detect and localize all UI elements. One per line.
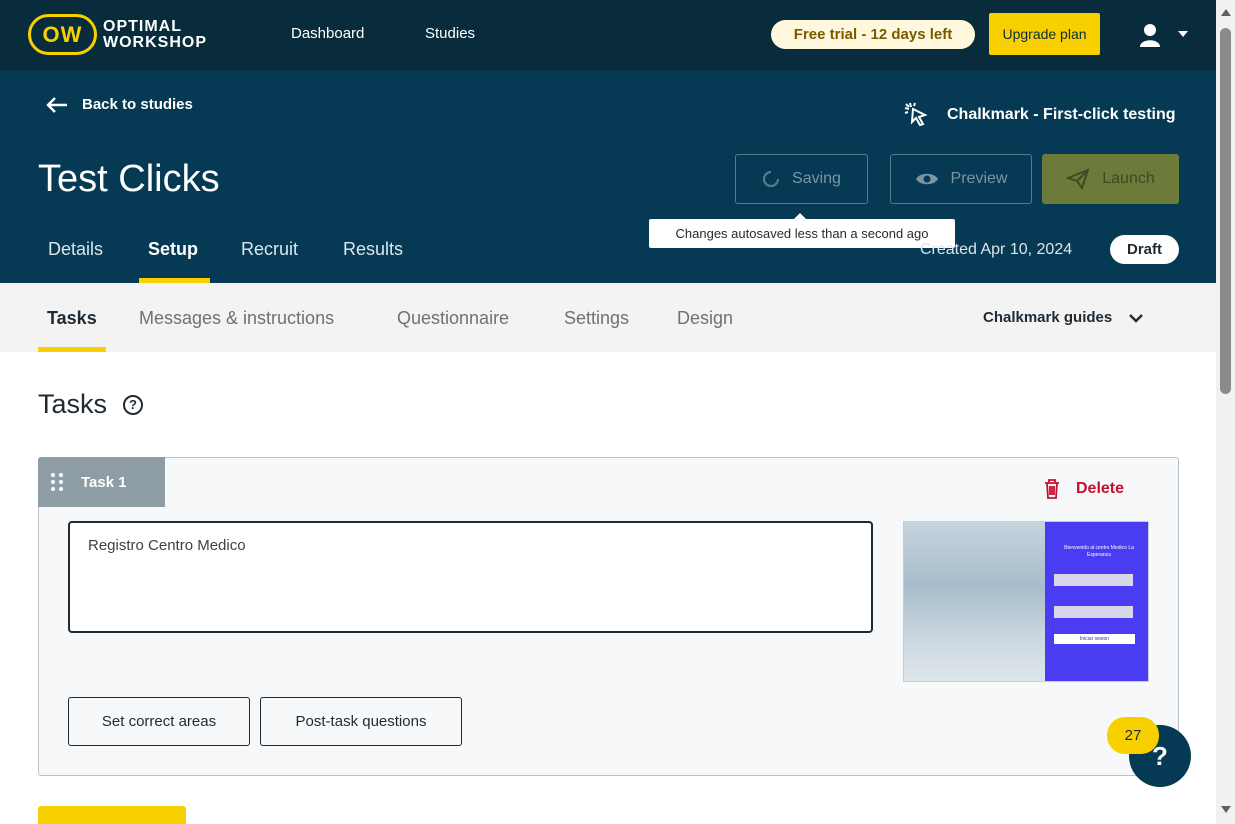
nav-link-dashboard[interactable]: Dashboard: [291, 25, 364, 42]
subtab-settings[interactable]: Settings: [564, 308, 629, 329]
chevron-down-icon: [1129, 313, 1144, 323]
eye-icon: [915, 173, 938, 185]
delete-task-button[interactable]: Delete: [1044, 479, 1124, 499]
chevron-down-icon[interactable]: [1178, 31, 1188, 37]
tab-results[interactable]: Results: [343, 239, 403, 260]
logo-text: OPTIMAL WORKSHOP: [103, 17, 207, 51]
scroll-up-arrow[interactable]: [1221, 9, 1231, 16]
logo-line-2: WORKSHOP: [103, 33, 207, 51]
notification-count-badge[interactable]: 27: [1107, 717, 1159, 754]
chalkmark-guides-label: Chalkmark guides: [983, 309, 1113, 326]
image-title: Bienvenido al centro Medico La Esperanza: [1064, 545, 1134, 558]
image-field: [1054, 606, 1133, 618]
saving-label: Saving: [792, 170, 841, 187]
status-badge: Draft: [1110, 235, 1179, 264]
back-to-studies-link[interactable]: Back to studies: [46, 96, 193, 113]
task-label: Task 1: [81, 473, 127, 491]
hospital-photo: [904, 522, 1045, 681]
logo-mark: OW: [28, 14, 97, 55]
login-panel-preview: Bienvenido al centro Medico La Esperanza…: [1045, 522, 1148, 681]
study-type: Chalkmark - First-click testing: [903, 101, 1176, 129]
cursor-click-icon: [904, 102, 928, 127]
tab-recruit[interactable]: Recruit: [241, 239, 298, 260]
tab-details[interactable]: Details: [48, 239, 103, 260]
created-date: Created Apr 10, 2024: [920, 241, 1073, 258]
study-header: Back to studies Chalkmark - First-click …: [0, 70, 1216, 283]
scroll-thumb[interactable]: [1220, 28, 1231, 394]
launch-button[interactable]: Launch: [1042, 154, 1179, 204]
subtab-questionnaire[interactable]: Questionnaire: [397, 308, 509, 329]
optimal-workshop-logo[interactable]: OW OPTIMAL WORKSHOP: [28, 14, 207, 55]
upgrade-plan-button[interactable]: Upgrade plan: [989, 13, 1100, 55]
spinner-icon: [762, 170, 780, 188]
nav-link-studies[interactable]: Studies: [425, 25, 475, 42]
preview-button[interactable]: Preview: [890, 154, 1032, 204]
add-task-button[interactable]: [38, 806, 186, 824]
preview-label: Preview: [950, 170, 1008, 187]
top-navigation: OW OPTIMAL WORKSHOP Dashboard Studies Fr…: [0, 0, 1216, 70]
subtab-design[interactable]: Design: [677, 308, 733, 329]
subtab-tasks[interactable]: Tasks: [47, 308, 97, 329]
page-scrollbar[interactable]: [1216, 0, 1235, 824]
scroll-down-arrow[interactable]: [1221, 806, 1231, 813]
user-icon[interactable]: [1139, 23, 1161, 47]
launch-label: Launch: [1102, 170, 1155, 187]
send-icon: [1066, 168, 1090, 190]
tab-setup[interactable]: Setup: [148, 239, 198, 260]
autosave-tooltip: Changes autosaved less than a second ago: [649, 213, 955, 248]
saving-button: Saving: [735, 154, 868, 204]
study-type-label: Chalkmark - First-click testing: [947, 106, 1176, 123]
free-trial-badge[interactable]: Free trial - 12 days left: [771, 20, 975, 49]
setup-subtabs: Tasks Messages & instructions Questionna…: [0, 283, 1216, 352]
tasks-heading: Tasks ?: [38, 389, 144, 420]
task-header-tab[interactable]: Task 1: [38, 457, 165, 507]
delete-label: Delete: [1076, 480, 1125, 497]
arrow-left-icon: [46, 96, 67, 113]
image-button: Iniciar sesion: [1054, 634, 1135, 644]
post-task-questions-button[interactable]: Post-task questions: [260, 697, 462, 746]
help-circle-icon[interactable]: ?: [123, 394, 144, 415]
image-field: [1054, 574, 1133, 586]
subtab-messages-instructions[interactable]: Messages & instructions: [139, 308, 334, 329]
task-image-thumbnail[interactable]: Bienvenido al centro Medico La Esperanza…: [903, 521, 1149, 682]
drag-handle-icon[interactable]: [51, 473, 63, 491]
task-card: Task 1 Delete Registro Centro Medico Bie…: [38, 457, 1179, 776]
trash-icon: [1045, 479, 1059, 499]
study-title[interactable]: Test Clicks: [38, 158, 220, 201]
tasks-heading-label: Tasks: [38, 389, 108, 419]
back-to-studies-label: Back to studies: [82, 96, 193, 113]
active-subtab-indicator: [38, 347, 106, 352]
chalkmark-guides-dropdown[interactable]: Chalkmark guides: [983, 309, 1144, 326]
logo-line-1: OPTIMAL: [103, 17, 182, 35]
set-correct-areas-button[interactable]: Set correct areas: [68, 697, 250, 746]
task-text-field[interactable]: Registro Centro Medico: [68, 521, 873, 633]
